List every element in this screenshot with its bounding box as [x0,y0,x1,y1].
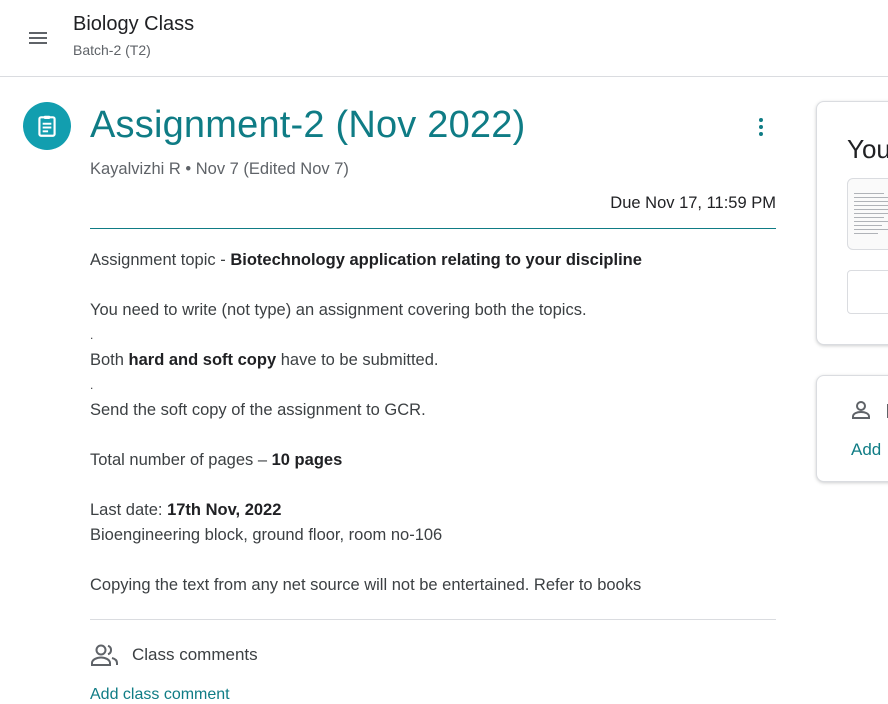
person-icon [852,401,870,419]
more-vertical-icon [759,118,763,136]
comments-divider [90,619,776,620]
more-options-button[interactable] [744,110,778,144]
pages-line: Total number of pages – 10 pages [90,451,342,470]
top-app-bar: Biology Class Batch-2 (T2) [0,0,888,77]
class-section: Batch-2 (T2) [73,42,151,58]
attachment-thumbnail[interactable] [847,178,888,250]
assignment-icon-badge [23,102,71,150]
add-class-comment-link[interactable]: Add class comment [90,686,230,704]
last-prefix: Last date: [90,501,168,519]
add-or-create-button[interactable] [847,270,888,314]
add-private-comment-link[interactable]: Add [851,440,881,460]
topic-prefix: Assignment topic - [90,251,231,269]
pages-prefix: Total number of pages – [90,451,272,469]
location-line: Bioengineering block, ground floor, room… [90,526,443,544]
assignment-title: Assignment-2 (Nov 2022) [90,104,526,146]
class-comments-header: Class comments [90,642,258,668]
last-date-line: Last date: 17th Nov, 2022 [90,501,281,520]
topic-bold: Biotechnology application relating to yo… [230,251,642,269]
separator-dot: . [90,378,94,392]
class-title[interactable]: Biology Class [73,13,194,36]
both-prefix: Both [90,351,129,369]
both-bold: hard and soft copy [128,351,277,369]
main-menu-button[interactable] [18,18,58,58]
send-line: Send the soft copy of the assignment to … [90,401,426,419]
due-date: Due Nov 17, 11:59 PM [610,194,776,212]
assignment-meta: Kayalvizhi R • Nov 7 (Edited Nov 7) [90,160,349,178]
private-comments-card: Add [816,375,888,482]
class-comments-label: Class comments [132,645,258,664]
topic-line: Assignment topic - Biotechnology applica… [90,251,642,270]
assignment-clipboard-icon [38,115,56,137]
pages-bold: 10 pages [271,451,343,469]
your-work-title: You [847,134,888,164]
write-line: You need to write (not type) an assignme… [90,301,587,319]
last-bold: 17th Nov, 2022 [167,501,282,519]
separator-dot: . [90,328,94,342]
hamburger-menu-icon [29,32,47,44]
copy-line: Both hard and soft copy have to be submi… [90,351,439,370]
header-divider [90,228,776,229]
people-icon [91,644,118,666]
your-work-card: You [816,101,888,345]
copying-line: Copying the text from any net source wil… [90,576,642,594]
both-suffix: have to be submitted. [276,351,439,369]
